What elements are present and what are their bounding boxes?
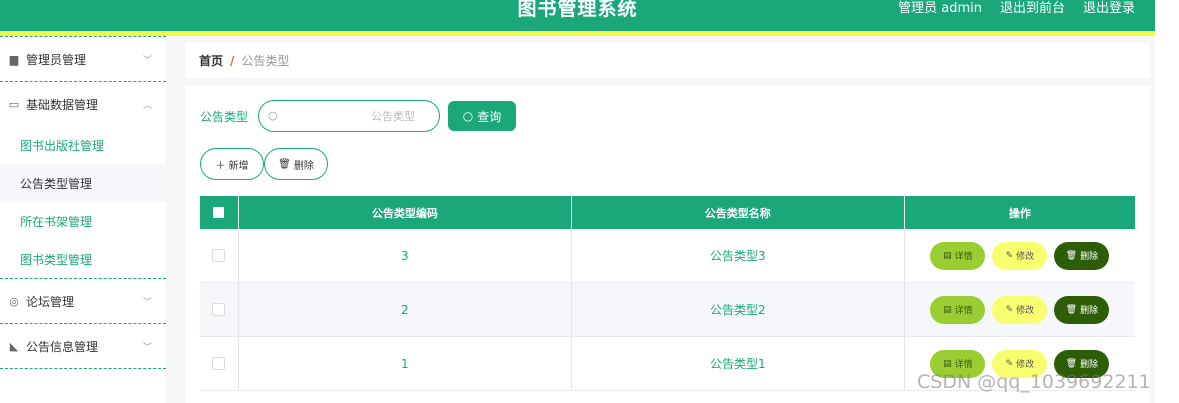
add-button-label: 新增: [228, 160, 249, 172]
keyboard-icon: ▭: [8, 97, 20, 111]
row-select-cell: [200, 337, 239, 390]
compass-icon: ◎: [9, 294, 19, 308]
top-header: 图书管理系统 管理员 admin 退出到前台 退出登录: [0, 0, 1155, 36]
pencil-icon: ✎: [1005, 250, 1014, 261]
cell-code: 1: [239, 337, 572, 390]
column-header-code: 公告类型编码: [239, 196, 572, 229]
sidebar-group-admin[interactable]: ▆ 管理员管理 ﹀: [0, 36, 166, 81]
delete-button[interactable]: 🗑 删除: [1054, 295, 1110, 324]
add-button[interactable]: ＋ 新增: [200, 148, 264, 180]
megaphone-icon: ◣: [9, 339, 19, 353]
cell-name: 公告类型2: [572, 283, 905, 336]
delete-label: 删除: [1080, 252, 1099, 262]
row-checkbox[interactable]: [212, 357, 226, 370]
sidebar-item-notice-type[interactable]: 公告类型管理: [0, 164, 166, 202]
sidebar-item-bookshelf[interactable]: 所在书架管理: [0, 202, 166, 240]
select-all-checkbox[interactable]: [213, 207, 225, 218]
delete-button[interactable]: 🗑 删除: [1054, 241, 1110, 270]
bulk-delete-button[interactable]: 🗑 删除: [264, 148, 328, 180]
breadcrumb: 首页 / 公告类型: [185, 43, 1150, 78]
trash-icon: 🗑: [1065, 250, 1078, 261]
detail-label: 详情: [954, 252, 973, 262]
action-row: ＋ 新增 🗑 删除: [200, 148, 328, 180]
delete-label: 删除: [1080, 360, 1099, 370]
row-checkbox[interactable]: [212, 249, 226, 262]
cell-actions: ▤ 详情 ✎ 修改 🗑 删除: [905, 229, 1135, 282]
cell-code: 3: [239, 229, 572, 282]
detail-button[interactable]: ▤ 详情: [930, 241, 986, 270]
detail-label: 详情: [954, 306, 973, 316]
admin-user-label: 管理员 admin: [898, 1, 982, 16]
header-select-all[interactable]: [200, 196, 239, 229]
sidebar-item-publisher[interactable]: 图书出版社管理: [0, 126, 166, 164]
briefcase-icon: ▆: [9, 52, 19, 66]
edit-label: 修改: [1016, 252, 1035, 262]
search-row: 公告类型 ○ ○ 查询: [200, 100, 517, 132]
front-page-link[interactable]: 退出到前台: [1000, 0, 1065, 16]
table-row: 2 公告类型2 ▤ 详情 ✎ 修改 🗑 删除: [200, 283, 1135, 337]
cell-name: 公告类型1: [572, 337, 905, 390]
row-actions: ▤ 详情 ✎ 修改 🗑 删除: [930, 295, 1110, 324]
edit-label: 修改: [1016, 360, 1035, 370]
detail-button[interactable]: ▤ 详情: [930, 295, 986, 324]
sidebar-group-forum[interactable]: ◎ 论坛管理 ﹀: [0, 278, 166, 323]
chevron-down-icon: ﹀: [142, 297, 152, 308]
breadcrumb-current: 公告类型: [241, 54, 290, 68]
breadcrumb-separator: /: [230, 53, 235, 68]
column-header-name: 公告类型名称: [572, 196, 905, 229]
search-label: 公告类型: [200, 109, 249, 124]
logout-link[interactable]: 退出登录: [1083, 0, 1135, 16]
delete-label: 删除: [1080, 306, 1099, 316]
edit-button[interactable]: ✎ 修改: [992, 295, 1048, 324]
cell-name: 公告类型3: [572, 229, 905, 282]
row-select-cell: [200, 229, 239, 282]
row-checkbox[interactable]: [212, 303, 226, 316]
header-links: 管理员 admin 退出到前台 退出登录: [898, 0, 1135, 16]
search-button-label: 查询: [477, 109, 502, 124]
sidebar-group-basic-data[interactable]: ▭ 基础数据管理 ︿: [0, 81, 166, 126]
table-header: 公告类型编码 公告类型名称 操作: [200, 196, 1135, 229]
page-gutter: [1155, 0, 1179, 403]
search-button[interactable]: ○ 查询: [448, 101, 517, 131]
data-table: 公告类型编码 公告类型名称 操作 3 公告类型3 ▤详情 ✎修改 🗑删除: [200, 196, 1135, 391]
row-select-cell: [200, 283, 239, 336]
search-icon: ○: [268, 109, 278, 122]
watermark: CSDN @qq_1039692211: [917, 371, 1151, 393]
cell-code: 2: [239, 283, 572, 336]
sidebar-item-book-type[interactable]: 图书类型管理: [0, 240, 166, 278]
main-content: 首页 / 公告类型 公告类型 ○ ○ 查询 ＋ 新增 🗑 删除: [166, 36, 1155, 403]
search-box: ○: [258, 100, 441, 132]
sidebar-group-label: 公告信息管理: [26, 339, 99, 354]
sidebar: ▆ 管理员管理 ﹀ ▭ 基础数据管理 ︿ 图书出版社管理 公告类型管理 所在书架…: [0, 36, 166, 403]
chevron-down-icon: ﹀: [142, 55, 152, 66]
breadcrumb-home[interactable]: 首页: [199, 52, 223, 69]
edit-label: 修改: [1016, 306, 1035, 316]
document-icon: ▤: [943, 304, 952, 315]
sidebar-group-label: 基础数据管理: [26, 97, 99, 112]
pencil-icon: ✎: [1005, 304, 1014, 315]
sidebar-group-notice-info[interactable]: ◣ 公告信息管理 ﹀: [0, 323, 166, 369]
edit-button[interactable]: ✎ 修改: [992, 241, 1048, 270]
chevron-up-icon: ︿: [142, 100, 152, 111]
sidebar-group-label: 论坛管理: [26, 294, 75, 309]
trash-icon: 🗑: [1065, 358, 1078, 369]
document-icon: ▤: [943, 358, 952, 369]
chevron-down-icon: ﹀: [142, 342, 152, 353]
sidebar-group-label: 管理员管理: [26, 52, 87, 67]
column-header-actions: 操作: [1008, 206, 1031, 220]
detail-label: 详情: [954, 360, 973, 370]
cell-actions: ▤ 详情 ✎ 修改 🗑 删除: [905, 283, 1135, 336]
table-row: 3 公告类型3 ▤ 详情 ✎ 修改 🗑 删除: [200, 229, 1135, 283]
row-actions: ▤ 详情 ✎ 修改 🗑 删除: [930, 241, 1110, 270]
search-icon: ○: [462, 109, 474, 123]
search-input[interactable]: [283, 106, 418, 126]
list-panel: 公告类型 ○ ○ 查询 ＋ 新增 🗑 删除 公告类型编码: [185, 86, 1150, 403]
delete-button-label: 删除: [293, 160, 314, 172]
trash-icon: 🗑: [1065, 304, 1078, 315]
pencil-icon: ✎: [1005, 358, 1014, 369]
plus-icon: ＋: [215, 160, 226, 172]
trash-icon: 🗑: [278, 158, 291, 170]
document-icon: ▤: [943, 250, 952, 261]
